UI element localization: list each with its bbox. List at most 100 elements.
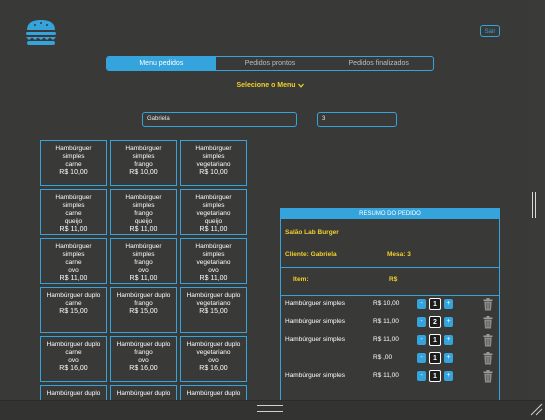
- menu-item-name-line: Hambúrguer: [125, 194, 162, 201]
- menu-item-price: R$ 11,00: [129, 275, 158, 282]
- menu-item-name-line: simples: [202, 202, 225, 209]
- trash-icon[interactable]: [483, 370, 493, 383]
- menu-item-price: R$ 16,00: [59, 365, 88, 372]
- quantity-value: 1: [429, 298, 441, 310]
- menu-item-card[interactable]: Hambúrguer duplo frango R$ 15,00: [110, 287, 177, 333]
- restaurant-name: Salão Lab Burger: [285, 229, 339, 236]
- menu-item-price: R$ 10,00: [129, 169, 158, 176]
- menu-item-price: R$ 11,00: [129, 226, 158, 233]
- quantity-value: 1: [429, 370, 441, 382]
- item-label: Item:: [293, 276, 309, 283]
- menu-item-name-line: vegetariano: [196, 349, 231, 356]
- menu-item-card[interactable]: Hambúrguer simples vegetariano ovo R$ 11,00: [180, 238, 247, 284]
- order-summary-panel: RESUMO DO PEDIDO Salão Lab Burger Client…: [280, 208, 500, 400]
- menu-item-name-line: carne: [65, 259, 82, 266]
- menu-item-name-line: Hambúrguer duplo: [186, 390, 241, 397]
- menu-item-card[interactable]: Hambúrguer duplo frango ovo R$ 16,00: [110, 336, 177, 382]
- menu-item-name-line: simples: [62, 153, 85, 160]
- bottom-drag-handle[interactable]: [257, 405, 283, 412]
- menu-item-price: R$ 11,00: [59, 226, 88, 233]
- total-label: R$: [389, 276, 398, 283]
- menu-item-price: R$ 15,00: [129, 308, 158, 315]
- menu-selector-label[interactable]: Selecione o Menu: [236, 82, 295, 89]
- menu-item-name-line: ovo: [68, 267, 79, 274]
- tab-finished-orders[interactable]: Pedidos finalizados: [324, 57, 433, 70]
- menu-item-card[interactable]: Hambúrguer duplo: [110, 385, 177, 400]
- menu-item-card[interactable]: Hambúrguer simples carne R$ 10,00: [40, 140, 107, 186]
- increase-quantity-button[interactable]: +: [444, 317, 453, 327]
- menu-item-name-line: Hambúrguer: [125, 145, 162, 152]
- order-item-price: R$ 11,00: [373, 336, 399, 343]
- menu-item-price: R$ 11,00: [59, 275, 88, 282]
- menu-item-name-line: Hambúrguer duplo: [116, 341, 171, 348]
- order-summary-title: RESUMO DO PEDIDO: [281, 209, 499, 219]
- logout-button[interactable]: Sair: [480, 25, 500, 37]
- increase-quantity-button[interactable]: +: [444, 335, 453, 345]
- order-row: Hambúrguer simples R$ 11,00 -2 +: [285, 316, 497, 329]
- increase-quantity-button[interactable]: +: [444, 371, 453, 381]
- menu-item-price: R$ 16,00: [129, 365, 158, 372]
- menu-item-card[interactable]: Hambúrguer simples frango ovo R$ 11,00: [110, 238, 177, 284]
- resize-grip-icon[interactable]: [529, 402, 543, 416]
- menu-item-name-line: carne: [65, 349, 82, 356]
- order-row: Hambúrguer simples R$ 11,00 -1 +: [285, 334, 497, 347]
- tab-menu-orders[interactable]: Menu pedidos: [107, 57, 216, 70]
- trash-icon[interactable]: [483, 298, 493, 311]
- menu-item-name-line: Hambúrguer duplo: [186, 341, 241, 348]
- menu-item-card[interactable]: Hambúrguer duplo: [40, 385, 107, 400]
- decrease-quantity-button[interactable]: -: [417, 371, 426, 381]
- menu-item-card[interactable]: Hambúrguer simples carne ovo R$ 11,00: [40, 238, 107, 284]
- menu-item-card[interactable]: Hambúrguer duplo vegetariano ovo R$ 16,00: [180, 336, 247, 382]
- order-items-list: Hambúrguer simples R$ 10,00-1 + Hambúrguer …: [281, 295, 499, 400]
- menu-item-name-line: frango: [134, 349, 153, 356]
- menu-item-name-line: ovo: [68, 357, 79, 364]
- menu-item-card[interactable]: Hambúrguer simples frango queijo R$ 11,00: [110, 189, 177, 235]
- menu-selector[interactable]: Selecione o Menu: [0, 82, 529, 89]
- menu-item-price: R$ 10,00: [59, 169, 88, 176]
- decrease-quantity-button[interactable]: -: [417, 299, 426, 309]
- menu-item-name-line: Hambúrguer: [55, 194, 92, 201]
- menu-item-price: R$ 11,00: [199, 275, 228, 282]
- burger-logo-icon: [26, 20, 56, 45]
- order-item-name: Hambúrguer simples: [285, 318, 345, 325]
- menu-item-card[interactable]: Hambúrguer simples vegetariano queijo R$ 11,…: [180, 189, 247, 235]
- scrollbar-handle[interactable]: [532, 192, 536, 218]
- menu-item-name-line: Hambúrguer duplo: [116, 390, 171, 397]
- trash-icon[interactable]: [483, 334, 493, 347]
- menu-item-price: R$ 10,00: [199, 169, 228, 176]
- decrease-quantity-button[interactable]: -: [417, 317, 426, 327]
- decrease-quantity-button[interactable]: -: [417, 353, 426, 363]
- trash-icon[interactable]: [483, 316, 493, 329]
- menu-item-name-line: frango: [134, 161, 153, 168]
- menu-item-name-line: simples: [202, 251, 225, 258]
- increase-quantity-button[interactable]: +: [444, 299, 453, 309]
- order-item-name: Hambúrguer simples: [285, 372, 345, 379]
- menu-item-card[interactable]: Hambúrguer simples vegetariano R$ 10,00: [180, 140, 247, 186]
- menu-item-name-line: simples: [62, 251, 85, 258]
- menu-item-card[interactable]: Hambúrguer duplo carne R$ 15,00: [40, 287, 107, 333]
- order-row: R$ ,00 -1 +: [285, 352, 497, 365]
- quantity-value: 1: [429, 352, 441, 364]
- app-window: Sair Menu pedidos Pedidos prontos Pedido…: [0, 0, 529, 400]
- table-number-input[interactable]: 3: [317, 112, 397, 127]
- summary-info: Salão Lab Burger Cliente: Gabriela Mesa:…: [281, 219, 499, 266]
- menu-item-card[interactable]: Hambúrguer duplo vegetariano R$ 15,00: [180, 287, 247, 333]
- order-item-price: R$ 11,00: [373, 318, 399, 325]
- menu-item-card[interactable]: Hambúrguer duplo: [180, 385, 247, 400]
- menu-item-name-line: simples: [202, 153, 225, 160]
- order-tabs: Menu pedidos Pedidos prontos Pedidos fin…: [106, 56, 434, 71]
- menu-item-name-line: frango: [134, 259, 153, 266]
- client-name-input[interactable]: Gabriela: [142, 112, 297, 127]
- menu-item-name-line: queijo: [64, 218, 83, 225]
- menu-item-name-line: simples: [132, 251, 155, 258]
- order-row: Hambúrguer simples R$ 11,00 -1 +: [285, 370, 497, 383]
- menu-item-card[interactable]: Hambúrguer simples frango R$ 10,00: [110, 140, 177, 186]
- menu-item-card[interactable]: Hambúrguer simples carne queijo R$ 11,00: [40, 189, 107, 235]
- menu-item-name-line: frango: [134, 210, 153, 217]
- increase-quantity-button[interactable]: +: [444, 353, 453, 363]
- decrease-quantity-button[interactable]: -: [417, 335, 426, 345]
- menu-item-card[interactable]: Hambúrguer duplo carne ovo R$ 16,00: [40, 336, 107, 382]
- menu-item-price: R$ 16,00: [199, 365, 228, 372]
- tab-ready-orders[interactable]: Pedidos prontos: [216, 57, 325, 70]
- trash-icon[interactable]: [483, 352, 493, 365]
